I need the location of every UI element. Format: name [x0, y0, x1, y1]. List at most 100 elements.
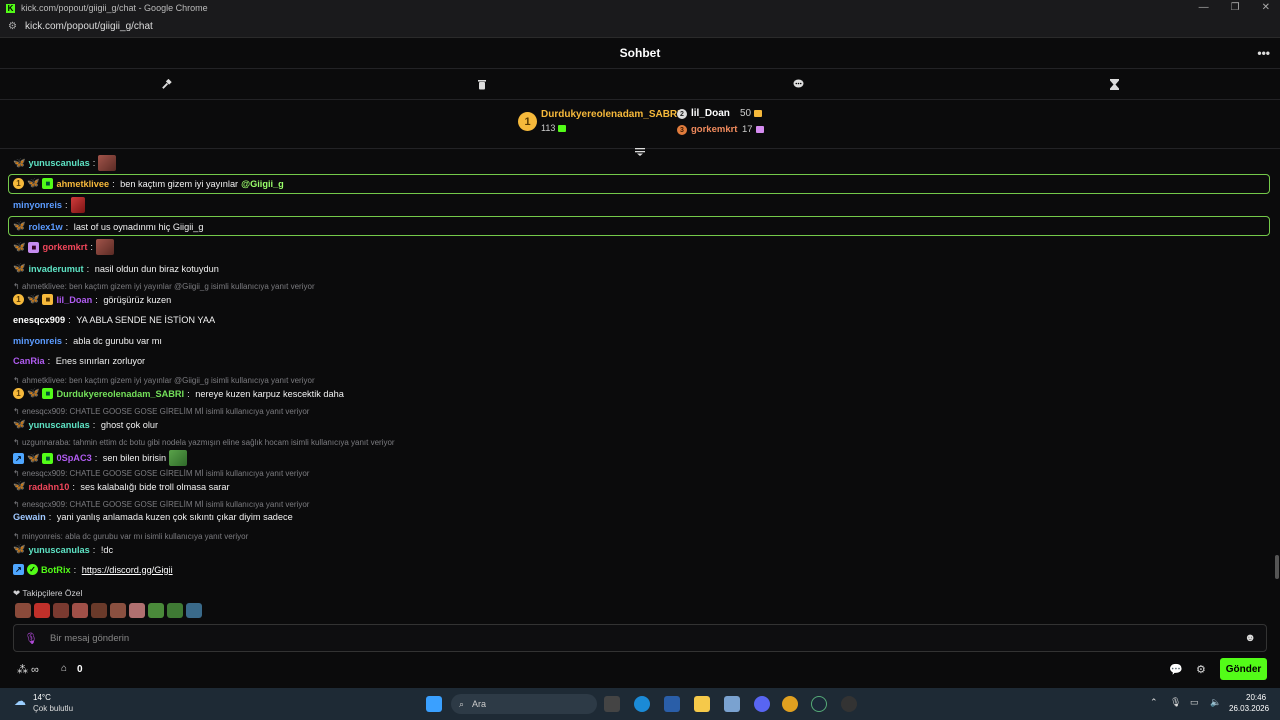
send-button[interactable]: Gönder: [1220, 658, 1267, 680]
reply-context[interactable]: ↰ enesqcx909: CHATLE GOOSE GOSE GİRELİM …: [13, 500, 309, 509]
emoji-icon[interactable]: ☻: [1244, 632, 1256, 644]
minimize-icon[interactable]: —: [1199, 2, 1209, 13]
vip-badge-icon: ↗: [13, 564, 24, 575]
app-icon[interactable]: [724, 696, 740, 712]
reply-context[interactable]: ↰ ahmetklivee: ben kaçtım gizem iyi yayı…: [13, 282, 315, 291]
og-badge-icon: 1: [13, 178, 24, 189]
app-icon[interactable]: [841, 696, 857, 712]
tray-chevron-icon[interactable]: ⌃: [1150, 697, 1158, 708]
chat-username[interactable]: yunuscanulas: [28, 420, 89, 430]
file-explorer-icon[interactable]: [694, 696, 710, 712]
emote-icon[interactable]: [167, 603, 183, 618]
pepe-emote-icon: [169, 450, 188, 466]
chat-bubble-icon[interactable]: [790, 76, 806, 92]
search-label: Ara: [472, 699, 487, 709]
network-icon[interactable]: ▭: [1190, 697, 1199, 708]
chat-text: yani yanlış anlamada kuzen çok sıkıntı ç…: [56, 512, 293, 522]
chat-username[interactable]: yunuscanulas: [28, 158, 89, 168]
emote-icon[interactable]: [129, 603, 145, 618]
discord-link[interactable]: https://discord.gg/Gigii: [82, 565, 173, 575]
butterfly-badge-icon: 🦋: [13, 544, 26, 555]
mention-link[interactable]: @Giigii_g: [241, 179, 284, 189]
chat-text: abla dc gurubu var mı: [73, 336, 162, 346]
microphone-icon[interactable]: 🎙: [24, 632, 38, 645]
chat-message-list[interactable]: 🦋 yunuscanulas: 1 🦋 ■ ahmetklivee: ben k…: [0, 150, 1280, 620]
chat-username[interactable]: minyonreis: [13, 200, 62, 210]
chat-username[interactable]: lil_Doan: [56, 295, 92, 305]
close-icon[interactable]: ✕: [1262, 2, 1270, 13]
store-app-icon[interactable]: [664, 696, 680, 712]
reply-context[interactable]: ↰ ahmetklivee: ben kaçtım gizem iyi yayı…: [13, 376, 315, 385]
clock-time[interactable]: 20:46: [1246, 693, 1266, 702]
steam-icon[interactable]: [811, 696, 827, 712]
leader-first-name[interactable]: Durdukyereolenadam_SABRI: [541, 109, 680, 120]
chat-username[interactable]: rolex1w: [28, 222, 62, 232]
chat-username[interactable]: 0SpAC3: [56, 453, 91, 463]
windows-taskbar: ☁ 14°C Çok bulutlu ⌕ Ara ⌃ 🎙 ▭ 🔈 20:46 2…: [0, 688, 1280, 720]
volume-icon[interactable]: 🔈: [1210, 697, 1221, 708]
taskbar-search[interactable]: ⌕ Ara: [451, 694, 597, 714]
reply-context[interactable]: ↰ enesqcx909: CHATLE GOOSE GOSE GİRELİM …: [13, 407, 309, 416]
message-input[interactable]: 🎙 Bir mesaj gönderin ☻: [13, 624, 1267, 652]
url-text[interactable]: kick.com/popout/giigii_g/chat: [25, 21, 153, 32]
more-options-icon[interactable]: •••: [1257, 46, 1270, 60]
site-settings-icon[interactable]: ⚙: [8, 21, 17, 32]
chat-username[interactable]: Gewain: [13, 512, 46, 522]
emote-icon[interactable]: [53, 603, 69, 618]
emote-icon[interactable]: [186, 603, 202, 618]
settings-gear-icon[interactable]: ⚙: [1196, 663, 1206, 676]
restore-icon[interactable]: ❐: [1231, 2, 1240, 13]
emote-icon[interactable]: [72, 603, 88, 618]
butterfly-badge-icon: 🦋: [13, 263, 26, 274]
chat-username[interactable]: minyonreis: [13, 336, 62, 346]
leader-second-name[interactable]: lil_Doan: [691, 108, 730, 119]
chat-username[interactable]: Durdukyereolenadam_SABRI: [56, 389, 184, 399]
verified-badge-icon: ✓: [27, 564, 38, 575]
emote-icon[interactable]: [91, 603, 107, 618]
emote-icon[interactable]: [148, 603, 164, 618]
start-menu-icon[interactable]: [426, 696, 442, 712]
chat-message: ↗ ✓ BotRix: https://discord.gg/Gigii: [13, 564, 173, 575]
store-icon[interactable]: ⌂: [61, 663, 67, 674]
scrollbar-thumb[interactable]: [1275, 555, 1279, 579]
hammer-icon[interactable]: [158, 76, 174, 92]
mic-tray-icon[interactable]: 🎙: [1170, 697, 1181, 708]
chat-username[interactable]: CanRia: [13, 356, 45, 366]
chat-username[interactable]: enesqcx909: [13, 315, 65, 325]
chat-text: ses kalabalığı bide troll olmasa sarar: [80, 481, 230, 492]
chat-username[interactable]: yunuscanulas: [28, 545, 89, 555]
collapse-pinned-icon[interactable]: [634, 143, 646, 156]
chat-message: 🦋 yunuscanulas: ghost çok olur: [13, 419, 159, 430]
task-view-icon[interactable]: [604, 696, 620, 712]
edge-icon[interactable]: [634, 696, 650, 712]
weather-temp: 14°C: [33, 693, 51, 702]
chat-message: 1 🦋 ■ Durdukyereolenadam_SABRI: nereye k…: [13, 388, 344, 399]
reply-context[interactable]: ↰ minyonreis: abla dc gurubu var mı isim…: [13, 532, 248, 541]
emote-icon[interactable]: [110, 603, 126, 618]
trash-icon[interactable]: [474, 76, 490, 92]
chat-username[interactable]: radahn10: [28, 482, 69, 492]
clock-date[interactable]: 26.03.2026: [1229, 704, 1269, 713]
emote-icon[interactable]: [15, 603, 31, 618]
chat-username[interactable]: gorkemkrt: [42, 242, 87, 252]
chat-username[interactable]: ahmetklivee: [56, 179, 109, 189]
chat-text: sen bilen birisin: [102, 453, 167, 463]
chrome-icon[interactable]: [782, 696, 798, 712]
chat-username[interactable]: invaderumut: [28, 264, 83, 274]
window-controls: — ❐ ✕: [1199, 2, 1270, 13]
chat-text: Enes sınırları zorluyor: [55, 356, 146, 366]
butterfly-badge-icon: 🦋: [27, 452, 40, 464]
chat-username[interactable]: BotRix: [41, 565, 71, 575]
reply-context[interactable]: ↰ uzgunnaraba: tahmin ettim dc botu gibi…: [13, 438, 395, 447]
points-icon[interactable]: ⁂ ∞: [17, 663, 39, 676]
reply-context[interactable]: ↰ enesqcx909: CHATLE GOOSE GOSE GİRELİM …: [13, 469, 309, 478]
chat-message: Gewain: yani yanlış anlamada kuzen çok s…: [13, 512, 293, 522]
emote-icon[interactable]: [34, 603, 50, 618]
window-title: kick.com/popout/giigii_g/chat - Google C…: [21, 3, 208, 13]
hourglass-icon[interactable]: [1106, 76, 1122, 92]
chat-text: !dc: [100, 544, 114, 555]
weather-icon[interactable]: ☁: [14, 694, 26, 708]
chat-settings-bubble-icon[interactable]: 💬: [1169, 663, 1183, 676]
discord-icon[interactable]: [754, 696, 770, 712]
leader-third-name[interactable]: gorkemkrt: [691, 124, 737, 135]
